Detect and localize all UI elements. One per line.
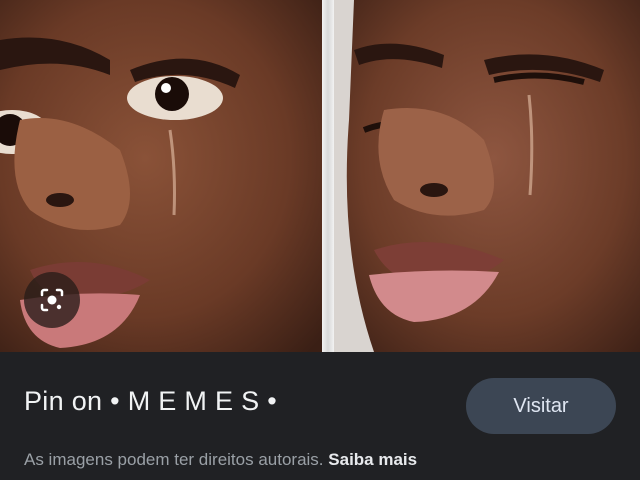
copyright-text: As imagens podem ter direitos autorais. <box>24 450 324 469</box>
google-lens-icon <box>40 288 64 312</box>
page-title[interactable]: Pin on • M E M E S • <box>24 386 277 417</box>
visit-button[interactable]: Visitar <box>466 378 616 434</box>
learn-more-link[interactable]: Saiba mais <box>328 450 417 469</box>
image-preview[interactable] <box>0 0 640 352</box>
meme-panel-right <box>334 0 640 352</box>
copyright-notice: As imagens podem ter direitos autorais. … <box>24 450 417 470</box>
lens-search-button[interactable] <box>24 272 80 328</box>
panel-divider <box>322 0 334 352</box>
crying-face-eyes-closed-image <box>334 0 640 352</box>
